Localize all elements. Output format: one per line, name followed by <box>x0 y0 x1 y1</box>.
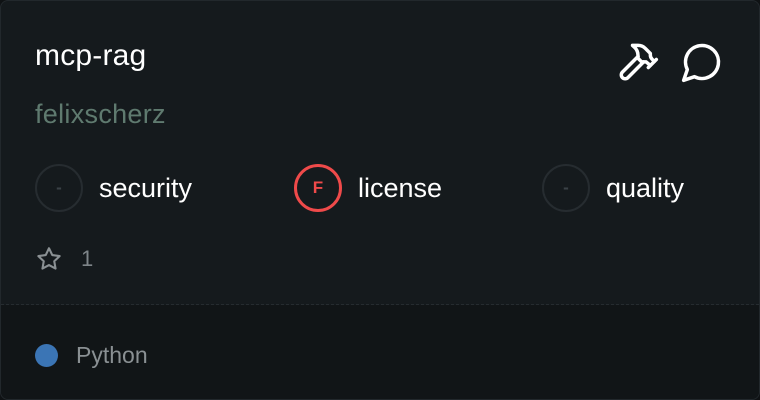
security-grade-badge: - <box>35 164 83 212</box>
security-label: security <box>99 172 193 203</box>
license-grade-badge: F <box>294 164 342 212</box>
star-icon <box>37 247 61 270</box>
server-card[interactable]: mcp-rag felixscherz - security F license… <box>0 0 760 400</box>
card-footer: Python <box>1 305 759 399</box>
language-name: Python <box>76 342 148 368</box>
language-color-dot <box>35 344 58 367</box>
star-count: 1 <box>81 246 94 271</box>
star-count-row[interactable]: 1 <box>35 245 93 273</box>
hammer-icon <box>619 43 659 81</box>
card-author[interactable]: felixscherz <box>35 99 166 130</box>
score-quality[interactable]: - quality <box>542 164 684 212</box>
license-label: license <box>358 172 443 203</box>
comments-button[interactable] <box>679 39 725 85</box>
score-license[interactable]: F license <box>294 164 442 212</box>
quality-label: quality <box>606 172 685 203</box>
card-actions <box>615 39 725 85</box>
chat-bubble-icon <box>681 43 721 83</box>
score-row: - security F license - quality <box>35 164 725 212</box>
card-title[interactable]: mcp-rag <box>35 39 146 73</box>
language-indicator: Python <box>35 342 148 369</box>
tools-button[interactable] <box>615 39 661 85</box>
score-security[interactable]: - security <box>35 164 192 212</box>
quality-grade-badge: - <box>542 164 590 212</box>
